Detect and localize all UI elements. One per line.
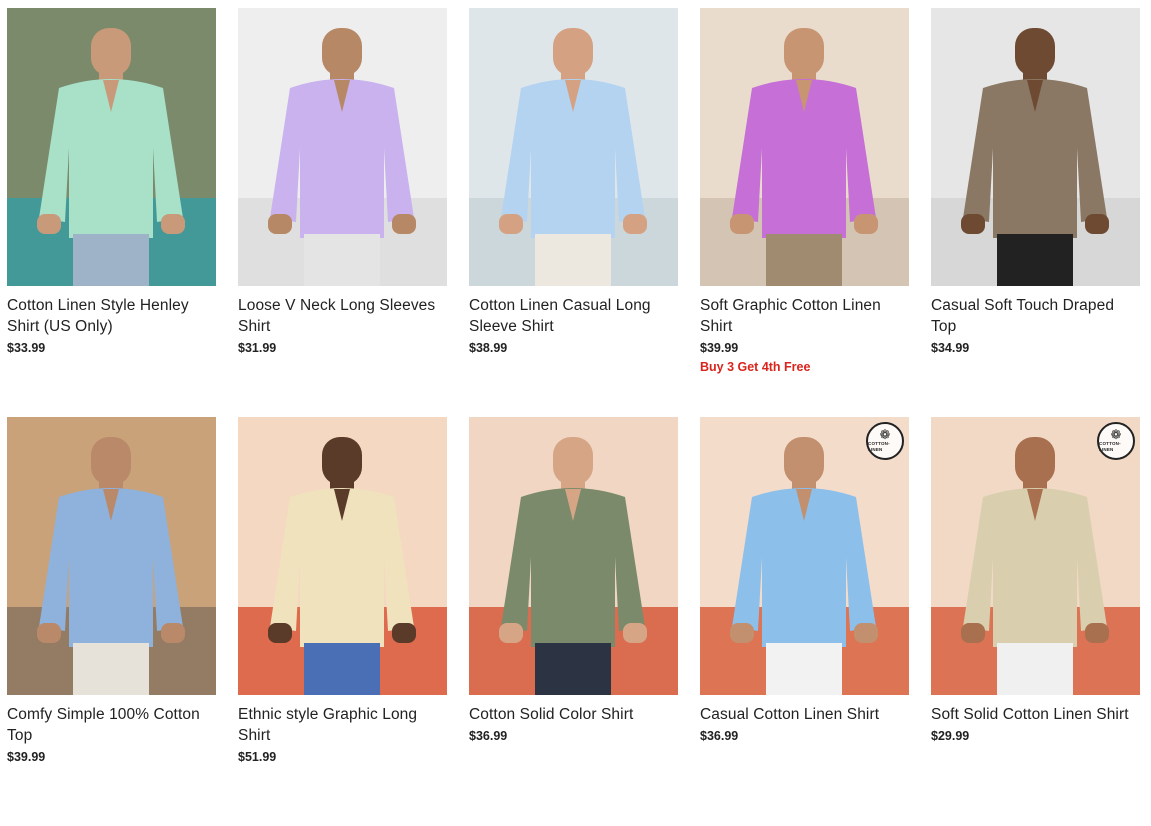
product-card[interactable]: Cotton Linen Casual Long Sleeve Shirt $38… [469, 8, 678, 417]
product-price: $29.99 [931, 729, 970, 743]
product-image[interactable] [7, 8, 216, 286]
product-image[interactable] [7, 417, 216, 695]
product-card[interactable]: Soft Graphic Cotton Linen Shirt $39.99 Buy… [700, 8, 909, 417]
leaf-icon: ❁ [879, 427, 891, 442]
product-price: $39.99 [700, 341, 739, 355]
product-title[interactable]: Comfy Simple 100% Cotton Top [7, 704, 216, 746]
product-title[interactable]: Casual Cotton Linen Shirt [700, 704, 909, 725]
product-card[interactable]: Cotton Solid Color Shirt $36.99 [469, 417, 678, 826]
product-image[interactable] [700, 8, 909, 286]
cotton-linen-badge: ❁ COTTON-LINEN [866, 422, 904, 460]
product-card[interactable]: Casual Soft Touch Draped Top $34.99 [931, 8, 1140, 417]
product-image[interactable] [469, 417, 678, 695]
product-price: $38.99 [469, 341, 508, 355]
product-price: $34.99 [931, 341, 970, 355]
product-card[interactable]: ❁ COTTON-LINEN Soft Solid Cotton Linen Shi… [931, 417, 1140, 826]
product-title[interactable]: Ethnic style Graphic Long Shirt [238, 704, 447, 746]
product-card[interactable]: Comfy Simple 100% Cotton Top $39.99 [7, 417, 216, 826]
product-image[interactable] [469, 8, 678, 286]
product-title[interactable]: Soft Solid Cotton Linen Shirt [931, 704, 1140, 725]
product-card[interactable]: Cotton Linen Style Henley Shirt (US Only… [7, 8, 216, 417]
badge-label: COTTON-LINEN [1099, 441, 1121, 452]
product-title[interactable]: Cotton Linen Casual Long Sleeve Shirt [469, 295, 678, 337]
product-card[interactable]: ❁ COTTON-LINEN Casual Cotton Linen Shirt $3… [700, 417, 909, 826]
product-card[interactable]: Ethnic style Graphic Long Shirt $51.99 [238, 417, 447, 826]
product-title[interactable]: Casual Soft Touch Draped Top [931, 295, 1140, 337]
product-card[interactable]: Loose V Neck Long Sleeves Shirt $31.99 [238, 8, 447, 417]
product-image[interactable]: ❁ COTTON-LINEN [931, 417, 1140, 695]
product-image[interactable] [238, 8, 447, 286]
product-title[interactable]: Cotton Solid Color Shirt [469, 704, 678, 725]
product-price: $39.99 [7, 750, 46, 764]
product-image[interactable] [238, 417, 447, 695]
product-image[interactable] [931, 8, 1140, 286]
product-price: $36.99 [469, 729, 508, 743]
product-price: $36.99 [700, 729, 739, 743]
product-price: $33.99 [7, 341, 46, 355]
promo-label: Buy 3 Get 4th Free [700, 360, 811, 374]
badge-label: COTTON-LINEN [868, 441, 890, 452]
product-title[interactable]: Soft Graphic Cotton Linen Shirt [700, 295, 909, 337]
product-title[interactable]: Loose V Neck Long Sleeves Shirt [238, 295, 447, 337]
product-price: $51.99 [238, 750, 277, 764]
product-grid: Cotton Linen Style Henley Shirt (US Only… [7, 8, 1147, 826]
leaf-icon: ❁ [1110, 427, 1122, 442]
product-price: $31.99 [238, 341, 277, 355]
cotton-linen-badge: ❁ COTTON-LINEN [1097, 422, 1135, 460]
product-image[interactable]: ❁ COTTON-LINEN [700, 417, 909, 695]
product-title[interactable]: Cotton Linen Style Henley Shirt (US Only… [7, 295, 216, 337]
